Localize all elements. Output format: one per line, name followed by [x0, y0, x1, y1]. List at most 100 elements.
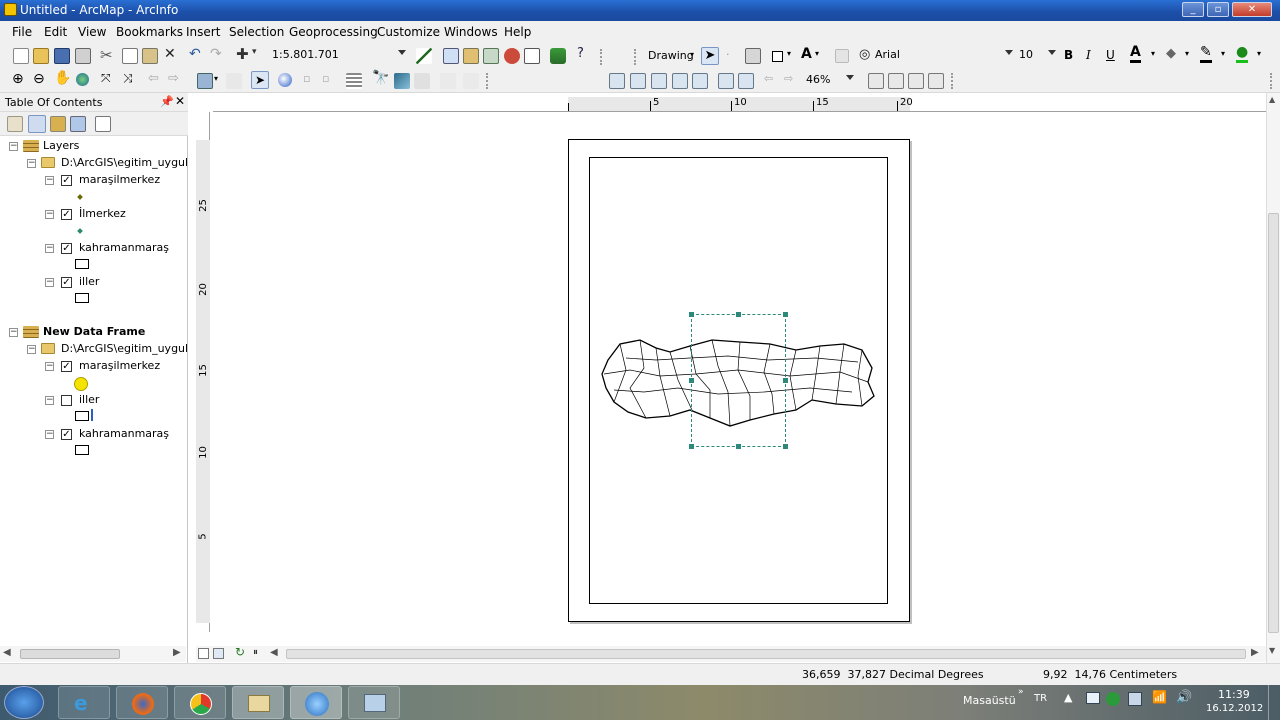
- scroll-thumb[interactable]: [20, 649, 120, 659]
- collapse-toggle[interactable]: −: [45, 244, 54, 253]
- go-forward-icon[interactable]: ⇨: [168, 71, 179, 86]
- layer-name[interactable]: maraşilmerkez: [79, 173, 160, 186]
- layer-visibility-checkbox[interactable]: ✓: [61, 243, 72, 254]
- font-size-combo[interactable]: 10: [1016, 47, 1058, 65]
- clear-selection-icon[interactable]: [226, 73, 242, 89]
- clock-date[interactable]: 16.12.2012: [1206, 703, 1263, 714]
- layer-visibility-checkbox[interactable]: ✓: [61, 361, 72, 372]
- print-icon[interactable]: [75, 48, 91, 64]
- data-frame-layers[interactable]: Layers: [43, 139, 79, 152]
- menu-insert[interactable]: Insert: [186, 25, 220, 39]
- cut-icon[interactable]: ✂: [100, 46, 113, 64]
- refresh-icon[interactable]: ↻: [235, 645, 245, 659]
- start-button[interactable]: [4, 686, 44, 719]
- change-layout-icon[interactable]: [908, 73, 924, 89]
- resize-handle[interactable]: [688, 443, 695, 450]
- chevron-down-icon[interactable]: ▾: [690, 50, 694, 59]
- chevron-down-icon[interactable]: ▾: [1257, 49, 1261, 58]
- italic-button[interactable]: I: [1086, 48, 1091, 62]
- fixed-zoom-out-icon[interactable]: ⤨: [123, 71, 133, 86]
- collapse-toggle[interactable]: −: [27, 345, 36, 354]
- focus-data-frame-icon[interactable]: [888, 73, 904, 89]
- pan-icon[interactable]: ✋: [54, 70, 71, 86]
- font-name-combo[interactable]: Arial: [872, 47, 1015, 65]
- desktop-toolbar-label[interactable]: Masaüstü: [963, 694, 1016, 707]
- collapse-toggle[interactable]: −: [45, 362, 54, 371]
- tray-expand-icon[interactable]: ▲: [1064, 691, 1072, 704]
- rotate-icon[interactable]: ·: [726, 48, 730, 61]
- find-icon[interactable]: 🔭: [372, 70, 389, 86]
- font-color-icon[interactable]: A: [1130, 45, 1141, 63]
- zoom-control-combo[interactable]: 46%: [803, 72, 856, 90]
- taskbar-chrome[interactable]: [174, 686, 226, 719]
- volume-icon[interactable]: 🔊: [1176, 690, 1192, 705]
- editor-toolbar-icon[interactable]: [416, 48, 432, 64]
- zoom-in-icon[interactable]: ⊕: [12, 71, 24, 87]
- list-by-visibility-icon[interactable]: [50, 116, 66, 132]
- layer-name[interactable]: kahramanmaraş: [79, 427, 169, 440]
- taskbar-internet-explorer[interactable]: e: [58, 686, 110, 719]
- menu-bookmarks[interactable]: Bookmarks: [116, 25, 183, 39]
- scroll-up-icon[interactable]: ▲: [1269, 95, 1275, 104]
- edit-vertices-icon[interactable]: [835, 49, 849, 63]
- toggle-draft-mode-icon[interactable]: [868, 73, 884, 89]
- collapse-toggle[interactable]: −: [9, 328, 18, 337]
- horizontal-scrollbar[interactable]: ↻ ⏸ ◀ ▶: [196, 645, 1266, 662]
- vertical-scrollbar[interactable]: ▲ ▼: [1266, 93, 1280, 663]
- fixed-zoom-in-icon[interactable]: ⤧: [101, 71, 111, 86]
- language-indicator[interactable]: TR: [1034, 693, 1047, 704]
- toc-horizontal-scrollbar[interactable]: ◀ ▶: [0, 646, 186, 662]
- collapse-toggle[interactable]: −: [45, 278, 54, 287]
- zoom-100-percent-icon[interactable]: [692, 73, 708, 89]
- polygon-symbol[interactable]: [75, 293, 89, 303]
- data-driven-pages-icon[interactable]: [928, 73, 944, 89]
- menu-customize[interactable]: Customize: [377, 25, 440, 39]
- resize-handle[interactable]: [688, 311, 695, 318]
- tray-app-icon[interactable]: [1106, 692, 1120, 706]
- zoom-out-icon[interactable]: ⊖: [33, 71, 45, 87]
- polygon-symbol[interactable]: [75, 259, 89, 269]
- data-frame-active[interactable]: New Data Frame: [43, 325, 145, 338]
- toolbar-grip[interactable]: [1270, 73, 1273, 89]
- toc-options-icon[interactable]: [95, 116, 111, 132]
- resize-handle[interactable]: [688, 377, 695, 384]
- copy-icon[interactable]: [122, 48, 138, 64]
- paste-icon[interactable]: [142, 48, 158, 64]
- selection-box[interactable]: [691, 314, 786, 447]
- chevron-down-icon[interactable]: ▾: [1221, 49, 1225, 58]
- show-desktop-button[interactable]: [1268, 685, 1280, 720]
- menu-selection[interactable]: Selection: [229, 25, 284, 39]
- taskbar-explorer[interactable]: [232, 686, 284, 719]
- layer-name[interactable]: İlmerkez: [79, 207, 126, 220]
- minimize-button[interactable]: _: [1182, 2, 1204, 17]
- select-elements-pointer-icon[interactable]: ➤: [701, 47, 719, 65]
- toolbar-grip[interactable]: [951, 73, 954, 89]
- underline-button[interactable]: U: [1106, 48, 1115, 62]
- time-slider-icon[interactable]: [440, 73, 456, 89]
- drawing-menu[interactable]: Drawing: [648, 49, 694, 62]
- search-window-icon[interactable]: [483, 48, 499, 64]
- collapse-toggle[interactable]: −: [45, 210, 54, 219]
- menu-help[interactable]: Help: [504, 25, 531, 39]
- layer-name[interactable]: kahramanmaraş: [79, 241, 169, 254]
- bold-button[interactable]: B: [1064, 48, 1073, 62]
- catalog-window-icon[interactable]: [463, 48, 479, 64]
- delete-icon[interactable]: ✕: [164, 46, 176, 62]
- layer-name[interactable]: iller: [79, 393, 99, 406]
- line-color-icon[interactable]: ✎: [1200, 45, 1212, 63]
- new-document-icon[interactable]: [13, 48, 29, 64]
- zoom-to-selected-elements-icon[interactable]: [745, 48, 761, 64]
- scroll-left-icon[interactable]: ◀: [3, 647, 11, 658]
- collapse-toggle[interactable]: −: [45, 396, 54, 405]
- network-icon[interactable]: 📶: [1152, 690, 1167, 704]
- find-route-icon[interactable]: [394, 73, 410, 89]
- clock-time[interactable]: 11:39: [1218, 688, 1250, 701]
- go-back-icon[interactable]: ⇦: [148, 71, 159, 86]
- toc-close-icon[interactable]: ✕: [175, 94, 185, 108]
- resize-handle[interactable]: [735, 311, 742, 318]
- resize-handle[interactable]: [735, 443, 742, 450]
- resize-handle[interactable]: [782, 443, 789, 450]
- polygon-symbol[interactable]: [75, 445, 89, 455]
- scroll-down-icon[interactable]: ▼: [1269, 646, 1275, 655]
- whats-this-help-icon[interactable]: ?: [577, 46, 584, 61]
